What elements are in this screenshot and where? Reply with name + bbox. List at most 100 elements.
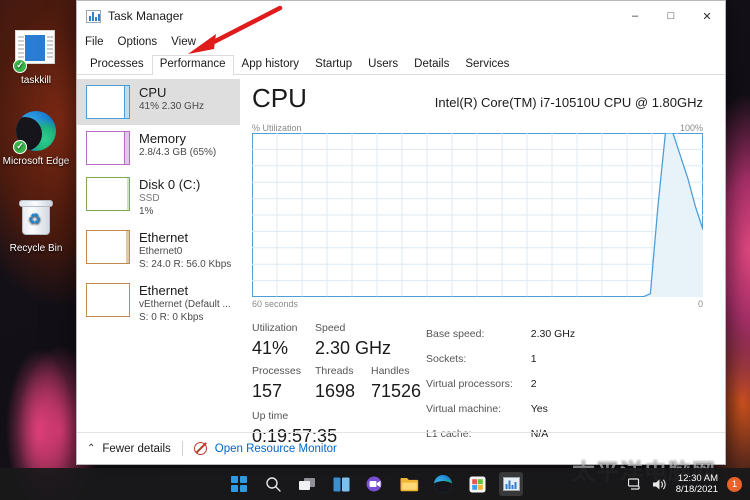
- sidebar-item-title: Ethernet: [139, 230, 189, 245]
- sidebar-item-detail-2: 1%: [139, 206, 154, 217]
- sidebar-item-ethernet-1[interactable]: Ethernet vEthernet (Default ... S: 0 R: …: [77, 277, 240, 330]
- spec-value: 2.30 GHz: [530, 327, 576, 340]
- desktop-icon-label: taskkill: [20, 75, 51, 86]
- tab-details[interactable]: Details: [406, 55, 457, 74]
- maximize-button[interactable]: □: [653, 1, 689, 31]
- window-titlebar: Task Manager – □ ✕: [77, 1, 725, 31]
- sidebar-item-ethernet-0[interactable]: Ethernet Ethernet0 S: 24.0 R: 56.0 Kbps: [77, 224, 240, 277]
- taskbar-edge-button[interactable]: [431, 472, 455, 496]
- window-body: CPU 41% 2.30 GHz Memory 2.8/4.3 GB (65%): [77, 75, 725, 446]
- menu-item-file[interactable]: File: [85, 36, 104, 48]
- sidebar-item-disk[interactable]: Disk 0 (C:) SSD 1%: [77, 171, 240, 224]
- clock-date: 8/18/2021: [675, 484, 718, 495]
- sidebar-item-title: Disk 0 (C:): [139, 177, 201, 192]
- recycle-bin-icon: ♻: [15, 198, 57, 240]
- cpu-statistics: Utilization 41% Speed 2.30 GHz Processes…: [252, 321, 703, 448]
- spec-key: Sockets:: [426, 352, 467, 365]
- tab-strip: Processes Performance App history Startu…: [77, 52, 725, 75]
- uptime-label: Up time: [252, 410, 289, 422]
- tab-performance[interactable]: Performance: [151, 55, 234, 75]
- task-manager-window: Task Manager – □ ✕ File Options View Pro…: [76, 0, 726, 465]
- cpu-utilization-chart: [252, 132, 704, 298]
- sidebar-item-detail-2: S: 24.0 R: 56.0 Kbps: [139, 259, 232, 270]
- sidebar-item-title: Ethernet: [139, 283, 189, 298]
- spec-key: Virtual machine:: [426, 402, 502, 415]
- cpu-spec-table: Base speed: 2.30 GHz Sockets: 1 Virtual …: [424, 321, 577, 448]
- tab-users[interactable]: Users: [360, 55, 406, 74]
- desktop-icon-label: Recycle Bin: [9, 243, 63, 254]
- cpu-detail-panel: CPU Intel(R) Core(TM) i7-10510U CPU @ 1.…: [240, 75, 725, 446]
- folder-icon: [400, 477, 418, 491]
- taskbar-search-button[interactable]: [261, 472, 285, 496]
- chevron-up-icon: ⌃: [87, 443, 96, 454]
- sidebar-item-title: Memory: [139, 131, 186, 146]
- chat-icon: [366, 476, 382, 492]
- taskbar-task-manager-button[interactable]: [499, 472, 523, 496]
- open-resource-monitor-link[interactable]: Open Resource Monitor: [215, 443, 337, 455]
- sidebar-item-detail: Ethernet0: [139, 246, 183, 257]
- shortcut-badge-icon: ✓: [13, 59, 27, 73]
- cpu-header: CPU Intel(R) Core(TM) i7-10510U CPU @ 1.…: [252, 83, 703, 114]
- windows-start-icon: [231, 476, 247, 492]
- volume-icon[interactable]: [652, 478, 667, 491]
- taskbar-start-button[interactable]: [227, 472, 251, 496]
- edge-icon: [434, 475, 452, 493]
- sidebar-item-detail: vEthernet (Default ...: [139, 299, 231, 310]
- chart-y-axis-label: % Utilization: [252, 123, 302, 133]
- sidebar-item-detail: SSD: [139, 193, 160, 204]
- disk-thumbnail-graph: [86, 177, 130, 211]
- network-icon[interactable]: [627, 477, 643, 491]
- desktop-icon-label: Microsoft Edge: [2, 156, 70, 167]
- vethernet-thumbnail-graph: [86, 283, 130, 317]
- taskbar-buttons: [227, 472, 523, 496]
- resource-sidebar: CPU 41% 2.30 GHz Memory 2.8/4.3 GB (65%): [77, 75, 240, 432]
- chart-y-max-label: 100%: [679, 123, 703, 133]
- chart-axis-labels-bottom: 60 seconds 0: [252, 299, 703, 309]
- spec-row-base-speed: Base speed: 2.30 GHz: [426, 323, 575, 346]
- handles-value: 71526: [371, 381, 422, 401]
- notification-badge[interactable]: 1: [727, 476, 742, 492]
- taskbar-clock[interactable]: 12:30 AM 8/18/2021: [676, 473, 718, 495]
- taskbar-widgets-button[interactable]: [329, 472, 353, 496]
- menu-item-options[interactable]: Options: [118, 36, 158, 48]
- close-button[interactable]: ✕: [689, 1, 725, 31]
- chart-canvas: [252, 132, 704, 298]
- tab-startup[interactable]: Startup: [307, 55, 360, 74]
- document-icon: ✓: [13, 30, 57, 73]
- task-manager-icon: [502, 477, 520, 491]
- fewer-details-label: Fewer details: [102, 442, 171, 455]
- tab-processes[interactable]: Processes: [82, 55, 152, 74]
- chart-axis-labels-top: % Utilization 100%: [252, 123, 703, 133]
- memory-thumbnail-graph: [86, 131, 130, 165]
- spec-row-virtual-machine: Virtual machine: Yes: [426, 398, 575, 421]
- tab-app-history[interactable]: App history: [234, 55, 308, 74]
- tab-services[interactable]: Services: [457, 55, 517, 74]
- handles-label: Handles: [371, 365, 410, 377]
- chart-x-right-label: 0: [697, 299, 703, 309]
- ethernet-thumbnail-graph: [86, 230, 130, 264]
- sidebar-item-cpu[interactable]: CPU 41% 2.30 GHz: [77, 79, 240, 125]
- spec-row-sockets: Sockets: 1: [426, 348, 575, 371]
- window-footer: ⌃ Fewer details Open Resource Monitor: [77, 432, 725, 464]
- window-title: Task Manager: [108, 9, 184, 23]
- taskbar-chat-button[interactable]: [363, 472, 387, 496]
- taskbar-file-explorer-button[interactable]: [397, 472, 421, 496]
- speed-value: 2.30 GHz: [315, 338, 392, 358]
- desktop-icon-microsoft-edge[interactable]: ✓ Microsoft Edge: [0, 110, 72, 168]
- menu-item-view[interactable]: View: [171, 36, 196, 48]
- taskbar-task-view-button[interactable]: [295, 472, 319, 496]
- taskbar-store-button[interactable]: [465, 472, 489, 496]
- task-view-icon: [299, 477, 315, 490]
- sidebar-item-title: CPU: [139, 85, 167, 100]
- clock-time: 12:30 AM: [677, 473, 718, 484]
- fewer-details-button[interactable]: ⌃ Fewer details: [87, 443, 171, 455]
- threads-label: Threads: [315, 365, 354, 377]
- desktop-icon-recycle-bin[interactable]: ♻ Recycle Bin: [0, 196, 72, 255]
- task-manager-icon: [86, 9, 101, 23]
- sidebar-item-memory[interactable]: Memory 2.8/4.3 GB (65%): [77, 125, 240, 171]
- sidebar-item-detail: 41% 2.30 GHz: [139, 101, 205, 112]
- minimize-button[interactable]: –: [617, 1, 653, 31]
- spec-row-virtual-processors: Virtual processors: 2: [426, 373, 575, 396]
- desktop-icon-taskkill[interactable]: ✓ taskkill: [0, 26, 72, 87]
- threads-value: 1698: [315, 381, 356, 401]
